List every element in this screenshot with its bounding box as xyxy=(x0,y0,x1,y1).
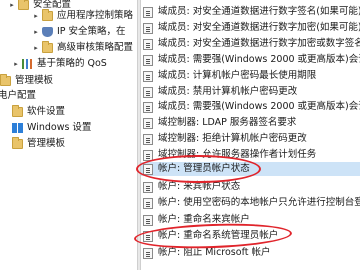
policy-icon xyxy=(143,230,153,242)
policy-label: 域成员: 对安全通道数据进行数字加密(如果可能) xyxy=(158,22,360,33)
tree-item-label: 应用程序控制策略 xyxy=(57,10,134,21)
policy-row-selected[interactable]: 帐户: 管理员帐户状态 xyxy=(141,162,360,176)
tree-item-windows-settings[interactable]: Windows 设置 xyxy=(12,121,91,135)
policy-label: 域成员: 需要强(Windows 2000 或更高版本)会话 xyxy=(158,101,360,112)
policy-label: 帐户: 阻止 Microsoft 帐户 xyxy=(158,247,271,258)
policy-icon xyxy=(143,163,153,175)
policy-icon xyxy=(143,133,153,145)
windows-icon xyxy=(12,123,23,133)
policy-icon xyxy=(143,247,153,259)
policy-label: 帐户: 使用空密码的本地帐户只允许进行控制台登 xyxy=(158,197,360,208)
policy-label: 域成员: 对安全通道数据进行数字加密或数字签名 xyxy=(158,38,360,49)
policy-icon xyxy=(143,181,153,193)
policy-row[interactable]: 域成员: 计算机帐户密码最长使用期限 xyxy=(141,69,360,83)
folder-icon xyxy=(18,0,29,10)
policy-label: 帐户: 重命名系统管理员帐户 xyxy=(158,230,279,241)
policy-icon xyxy=(143,6,153,18)
expand-caret-icon[interactable]: ▸ xyxy=(32,43,40,53)
policy-row[interactable]: 域控制器: LDAP 服务器签名要求 xyxy=(141,116,360,130)
tree-item-user-config[interactable]: 电户配置 xyxy=(0,89,36,103)
policy-label: 域控制器: LDAP 服务器签名要求 xyxy=(158,117,297,128)
expand-caret-icon[interactable]: ▸ xyxy=(8,0,16,10)
policy-icon xyxy=(143,214,153,226)
folder-icon xyxy=(42,41,53,53)
policy-row[interactable]: 域控制器: 拒绝计算机帐户密码更改 xyxy=(141,132,360,146)
tree-item-label: 管理模板 xyxy=(15,75,54,86)
expand-caret-icon[interactable]: ▸ xyxy=(32,27,40,37)
policy-icon xyxy=(143,101,153,113)
folder-icon xyxy=(12,137,23,149)
policy-icon xyxy=(143,38,153,50)
tree-item-label: 基于策略的 QoS xyxy=(37,58,107,69)
policy-row[interactable]: 帐户: 来宾帐户状态 xyxy=(141,180,360,194)
tree-item-label: IP 安全策略，在 xyxy=(57,26,126,37)
policy-label: 帐户: 来宾帐户状态 xyxy=(158,181,241,192)
tree-item-label: 软件设置 xyxy=(27,106,66,117)
folder-icon xyxy=(12,105,23,117)
policy-icon xyxy=(143,197,153,209)
expand-caret-icon[interactable]: ▸ xyxy=(32,11,40,21)
policy-row[interactable]: 帐户: 使用空密码的本地帐户只允许进行控制台登 xyxy=(141,196,360,210)
policy-label: 域成员: 计算机帐户密码最长使用期限 xyxy=(158,70,317,81)
policy-icon xyxy=(143,22,153,34)
tree-item-label: Windows 设置 xyxy=(27,122,92,133)
policy-icon xyxy=(143,54,153,66)
chart-icon xyxy=(22,59,33,69)
policy-row[interactable]: 域成员: 需要强(Windows 2000 或更高版本)会话 xyxy=(141,53,360,67)
policy-row[interactable]: 域成员: 对安全通道数据进行数字加密或数字签名 xyxy=(141,37,360,51)
policy-label: 域成员: 禁用计算机帐户密码更改 xyxy=(158,86,298,97)
policy-row[interactable]: 域成员: 禁用计算机帐户密码更改 xyxy=(141,85,360,99)
policy-row[interactable]: 帐户: 重命名来宾帐户 xyxy=(141,213,360,227)
policy-label: 帐户: 重命名来宾帐户 xyxy=(158,214,250,225)
policy-label: 域控制器: 拒绝计算机帐户密码更改 xyxy=(158,133,307,144)
expand-caret-icon[interactable]: ▸ xyxy=(12,59,20,69)
policy-icon xyxy=(143,86,153,98)
policy-icon xyxy=(143,149,153,161)
tree-item-ip-security[interactable]: ▸ IP 安全策略，在 xyxy=(32,25,126,39)
policy-row[interactable]: 域成员: 对安全通道数据进行数字加密(如果可能) xyxy=(141,21,360,35)
policy-list-pane[interactable]: 域成员: 对安全通道数据进行数字签名(如果可能) 域成员: 对安全通道数据进行数… xyxy=(141,0,360,270)
policy-row[interactable]: 域控制器: 允许服务器操作者计划任务 xyxy=(141,148,360,162)
policy-label: 域成员: 需要强(Windows 2000 或更高版本)会话 xyxy=(158,54,360,65)
tree-item-software-settings[interactable]: 软件设置 xyxy=(12,105,65,119)
folder-icon xyxy=(42,9,53,21)
tree-item-advanced-audit[interactable]: ▸ 高级审核策略配置 xyxy=(32,41,133,55)
policy-label: 帐户: 管理员帐户状态 xyxy=(158,163,250,174)
policy-label: 域成员: 对安全通道数据进行数字签名(如果可能) xyxy=(158,6,360,17)
tree-item-label: 电户配置 xyxy=(0,90,37,101)
tree-item-label: 管理模板 xyxy=(27,138,66,149)
policy-row[interactable]: 域成员: 需要强(Windows 2000 或更高版本)会话 xyxy=(141,100,360,114)
policy-label: 域控制器: 允许服务器操作者计划任务 xyxy=(158,149,317,160)
policy-icon xyxy=(143,117,153,129)
folder-icon xyxy=(0,74,11,86)
policy-tree-pane[interactable]: ▸ 安全配置 ▸ 应用程序控制策略 ▸ IP 安全策略，在 ▸ 高级审核策略配置… xyxy=(0,0,137,270)
tree-item-user-admin-templates[interactable]: 管理模板 xyxy=(12,137,65,151)
policy-row[interactable]: 帐户: 重命名系统管理员帐户 xyxy=(141,229,360,243)
tree-item-admin-templates[interactable]: 管理模板 xyxy=(0,74,53,88)
policy-row[interactable]: 帐户: 阻止 Microsoft 帐户 xyxy=(141,246,360,260)
policy-icon xyxy=(143,70,153,82)
shield-icon xyxy=(42,27,53,37)
tree-item-qos[interactable]: ▸ 基于策略的 QoS xyxy=(12,57,107,71)
policy-row[interactable]: 域成员: 对安全通道数据进行数字签名(如果可能) xyxy=(141,5,360,19)
tree-item-label: 高级审核策略配置 xyxy=(57,42,134,53)
tree-item-app-control[interactable]: ▸ 应用程序控制策略 xyxy=(32,9,133,23)
